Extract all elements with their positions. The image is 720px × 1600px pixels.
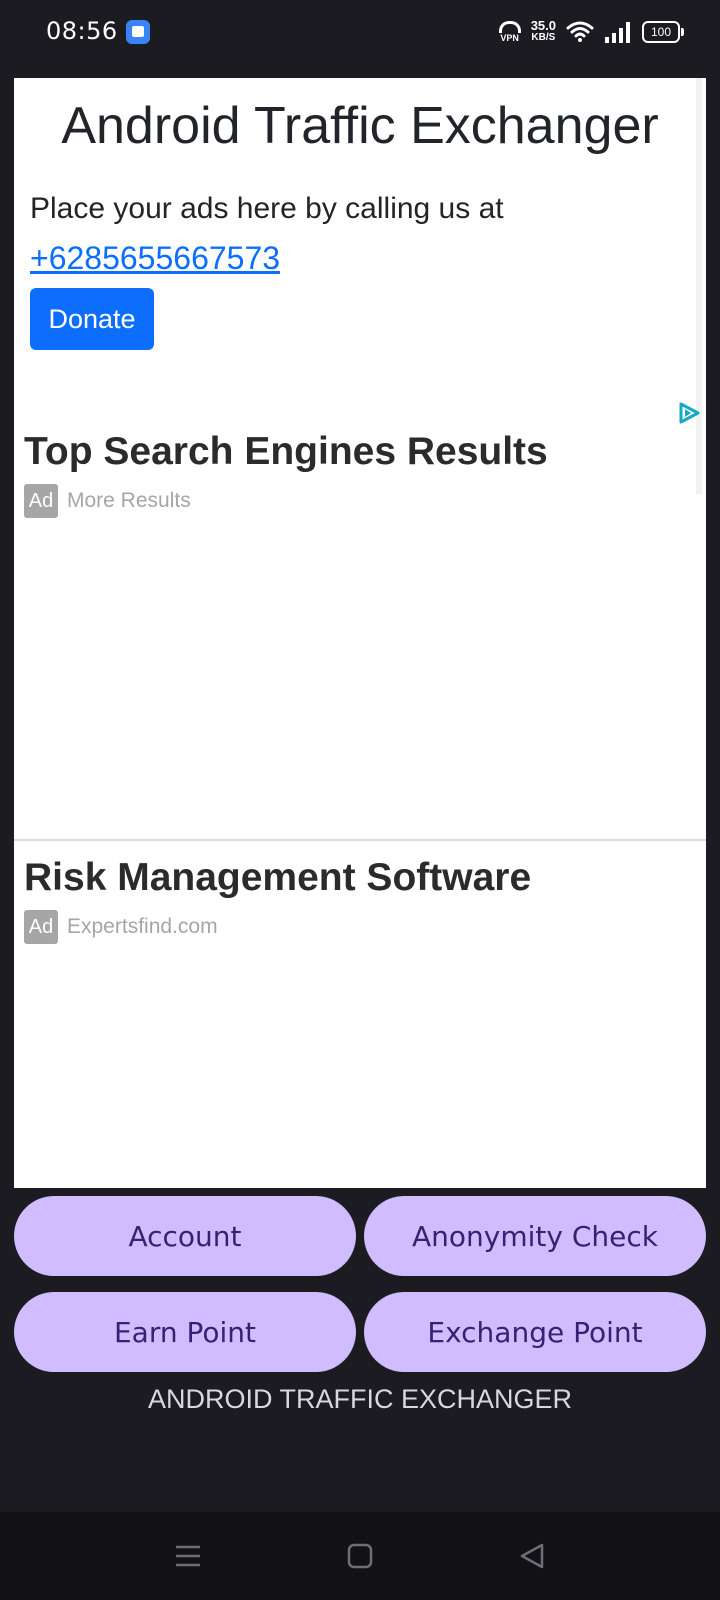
ad-divider [14, 839, 706, 841]
ad-badge: Ad [24, 484, 58, 518]
adchoices-icon[interactable] [676, 400, 702, 426]
phone-link[interactable]: +6285655667573 [30, 240, 280, 277]
ad-card[interactable]: Top Search Engines Results Ad More Resul… [24, 430, 548, 518]
network-speed: 35.0 KB/S [530, 18, 556, 43]
signal-icon [605, 22, 630, 43]
status-icons: VPN 35.0 KB/S 100 [498, 18, 684, 46]
page-title: Android Traffic Exchanger [61, 97, 659, 155]
back-icon[interactable] [518, 1542, 546, 1570]
ad-card[interactable]: Risk Management Software Ad Expertsfind.… [24, 856, 531, 944]
ad-headline[interactable]: Top Search Engines Results [24, 430, 548, 474]
webview[interactable]: Android Traffic Exchanger Place your ads… [14, 78, 706, 1188]
menu-icon[interactable] [174, 1542, 202, 1570]
status-time: 08:56 [46, 17, 118, 45]
home-icon[interactable] [346, 1542, 374, 1570]
vpn-icon: VPN [498, 21, 521, 43]
account-button[interactable]: Account [14, 1196, 356, 1276]
donate-button[interactable]: Donate [30, 288, 154, 350]
footer-label: ANDROID TRAFFIC EXCHANGER [147, 1384, 573, 1414]
battery-icon: 100 [642, 21, 684, 43]
app-notification-icon [126, 20, 150, 44]
ad-headline[interactable]: Risk Management Software [24, 856, 531, 900]
anonymity-check-button[interactable]: Anonymity Check [364, 1196, 706, 1276]
ad-source[interactable]: Expertsfind.com [67, 915, 218, 939]
wifi-icon [566, 21, 594, 42]
system-nav-bar [0, 1512, 720, 1600]
ad-source[interactable]: More Results [67, 489, 191, 513]
earn-point-button[interactable]: Earn Point [14, 1292, 356, 1372]
ad-badge: Ad [24, 910, 58, 944]
status-bar: 08:56 VPN 35.0 KB/S 100 [0, 0, 720, 64]
ad-prompt: Place your ads here by calling us at [30, 192, 504, 225]
exchange-point-button[interactable]: Exchange Point [364, 1292, 706, 1372]
